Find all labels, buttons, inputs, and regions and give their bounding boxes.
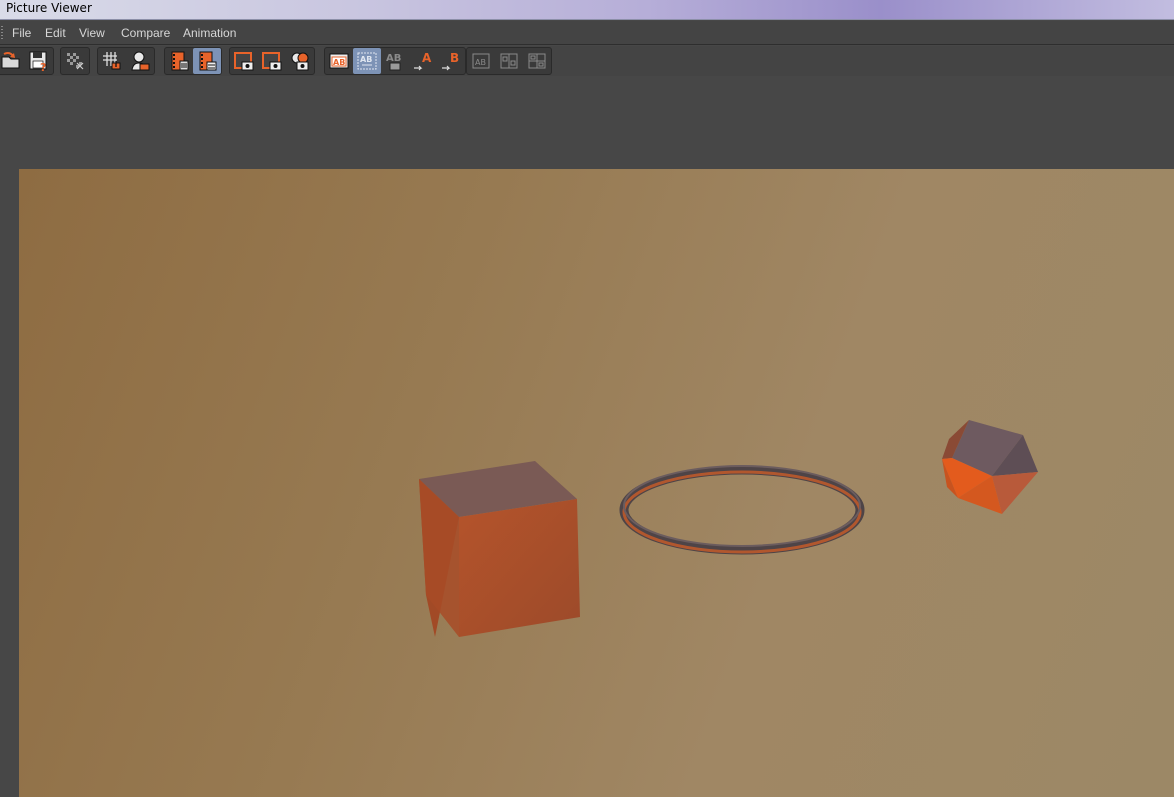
- ab-side-by-side-icon: [498, 50, 520, 72]
- set-b-icon: B: [440, 50, 462, 72]
- render-user-button[interactable]: [126, 48, 154, 74]
- snapshot-a-button[interactable]: [230, 48, 258, 74]
- film-strip-delete-icon: [168, 50, 190, 72]
- ab-view-icon: AB: [470, 50, 492, 72]
- film-strip-info-icon: [196, 50, 218, 72]
- cube-object: [419, 461, 580, 637]
- menu-bar: File Edit View Compare Animation: [0, 21, 1174, 45]
- render-region-button[interactable]: [98, 48, 126, 74]
- svg-text:AB: AB: [360, 55, 372, 64]
- set-a-label: A: [422, 51, 432, 65]
- open-file-button[interactable]: [0, 48, 25, 74]
- snapshot-a-icon: [233, 50, 255, 72]
- viewer-top-margin: [0, 76, 1174, 169]
- ab-split-button[interactable]: AB: [353, 48, 381, 74]
- set-b-button[interactable]: B: [437, 48, 465, 74]
- svg-text:AB: AB: [333, 58, 345, 67]
- snapshot-b-icon: [261, 50, 283, 72]
- torus-object: [619, 465, 865, 555]
- transparency-grid-icon: [64, 50, 86, 72]
- icosahedron-object: [942, 420, 1038, 514]
- image-viewport[interactable]: [19, 169, 1174, 797]
- save-as-icon: ?: [28, 50, 50, 72]
- toolbar-group-filmstrip: [164, 47, 222, 75]
- toolbar-group-ab: AB AB AB A B: [324, 47, 466, 75]
- toolbar-group-render: [97, 47, 155, 75]
- ab-quad-icon: [526, 50, 548, 72]
- snapshot-b-button[interactable]: [258, 48, 286, 74]
- render-user-icon: [129, 50, 151, 72]
- set-b-label: B: [450, 51, 459, 65]
- snapshot-compare-button[interactable]: [286, 48, 314, 74]
- menu-animation[interactable]: Animation: [183, 26, 236, 40]
- snapshot-compare-icon: [289, 50, 311, 72]
- render-region-icon: [101, 50, 123, 72]
- toolbar: ? AB AB AB A B AB: [0, 46, 1174, 76]
- ab-compare-button[interactable]: AB: [325, 48, 353, 74]
- ab-toggle-icon: AB: [384, 50, 406, 72]
- window-title: Picture Viewer: [6, 1, 92, 15]
- ab-quad-button[interactable]: [523, 48, 551, 74]
- ab-compare-icon: AB: [328, 50, 350, 72]
- open-file-icon: [0, 51, 22, 71]
- menu-edit[interactable]: Edit: [45, 26, 66, 40]
- ab-view-button[interactable]: AB: [467, 48, 495, 74]
- set-a-icon: A: [412, 50, 434, 72]
- save-as-button[interactable]: ?: [25, 48, 53, 74]
- film-strip-delete-button[interactable]: [165, 48, 193, 74]
- window-titlebar[interactable]: Picture Viewer: [0, 0, 1174, 20]
- rendered-scene: [419, 420, 1038, 637]
- transparency-button[interactable]: [61, 48, 89, 74]
- set-a-button[interactable]: A: [409, 48, 437, 74]
- menu-view[interactable]: View: [79, 26, 105, 40]
- ab-toggle-button[interactable]: AB: [381, 48, 409, 74]
- ab-side-by-side-button[interactable]: [495, 48, 523, 74]
- toolbar-group-alpha: [60, 47, 90, 75]
- toolbar-group-snapshots: [229, 47, 315, 75]
- toolbar-group-ab-views: AB: [466, 47, 552, 75]
- svg-text:AB: AB: [475, 58, 486, 67]
- menubar-grip[interactable]: [1, 26, 3, 40]
- svg-text:?: ?: [40, 61, 46, 72]
- toolbar-group-file: ?: [0, 47, 54, 75]
- film-strip-info-button[interactable]: [193, 48, 221, 74]
- ab-split-icon: AB: [356, 50, 378, 72]
- menu-file[interactable]: File: [12, 26, 31, 40]
- menu-compare[interactable]: Compare: [121, 26, 170, 40]
- svg-text:AB: AB: [386, 53, 401, 64]
